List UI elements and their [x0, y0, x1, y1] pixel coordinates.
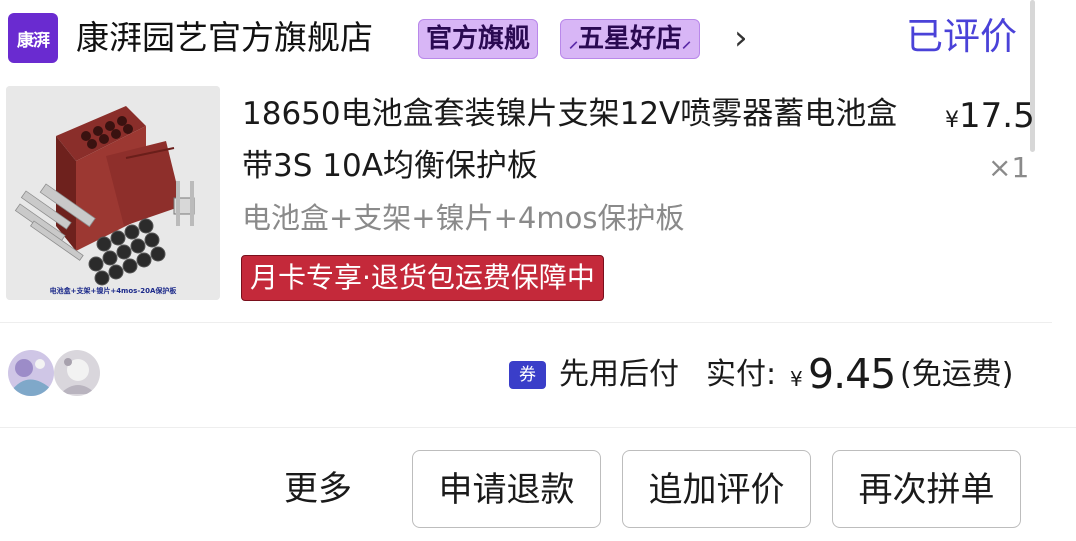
image-caption: 电池盒+支架+镍片+4mos-20A保护板: [50, 286, 178, 295]
reorder-button[interactable]: 再次拼单: [832, 450, 1021, 528]
five-star-shop-label: 五星好店: [578, 24, 683, 54]
pay-later-label: 先用后付: [559, 357, 679, 392]
benefit-tag: 月卡专享·退货包运费保障中: [241, 255, 604, 301]
shop-name[interactable]: 康湃园艺官方旗舰店: [76, 14, 373, 62]
product-quantity: ×1: [988, 151, 1030, 184]
add-review-button[interactable]: 追加评价: [622, 450, 811, 528]
price-currency: ¥: [945, 108, 959, 133]
chevron-right-icon[interactable]: ›: [734, 18, 748, 58]
shipping-note: (免运费): [900, 357, 1014, 392]
review-status[interactable]: 已评价: [906, 12, 1017, 62]
paid-currency: ¥: [790, 367, 803, 391]
five-star-shop-badge: ⸝五星好店⸝: [560, 19, 701, 59]
divider: [0, 427, 1076, 428]
shop-logo[interactable]: 康湃: [8, 13, 58, 63]
product-spec: 电池盒+支架+镍片+4mos保护板: [242, 201, 685, 235]
product-image[interactable]: 电池盒+支架+镍片+4mos-20A保护板: [6, 86, 220, 300]
divider: [0, 322, 1052, 323]
more-button[interactable]: 更多: [284, 464, 352, 514]
avatar[interactable]: [54, 350, 100, 396]
product-title[interactable]: 18650电池盒套装镍片支架12V喷雾器蓄电池盒带3S 10A均衡保护板: [242, 88, 910, 192]
paid-amount: 9.45: [808, 350, 896, 398]
product-price: ¥17.5: [945, 94, 1035, 143]
avatar-image-icon: [8, 350, 54, 396]
badge-right-decoration-icon: ⸝: [682, 31, 692, 52]
coupon-icon: 券: [509, 361, 546, 389]
refund-button[interactable]: 申请退款: [412, 450, 601, 528]
avatar-image-icon: [54, 350, 100, 396]
paid-label: 实付:: [706, 357, 777, 392]
avatar[interactable]: [8, 350, 54, 396]
badge-left-decoration-icon: ⸝: [569, 31, 578, 52]
official-flagship-badge: 官方旗舰: [418, 19, 539, 59]
battery-box-image-icon: 电池盒+支架+镍片+4mos-20A保护板: [6, 86, 220, 300]
price-value: 17.5: [959, 96, 1035, 136]
